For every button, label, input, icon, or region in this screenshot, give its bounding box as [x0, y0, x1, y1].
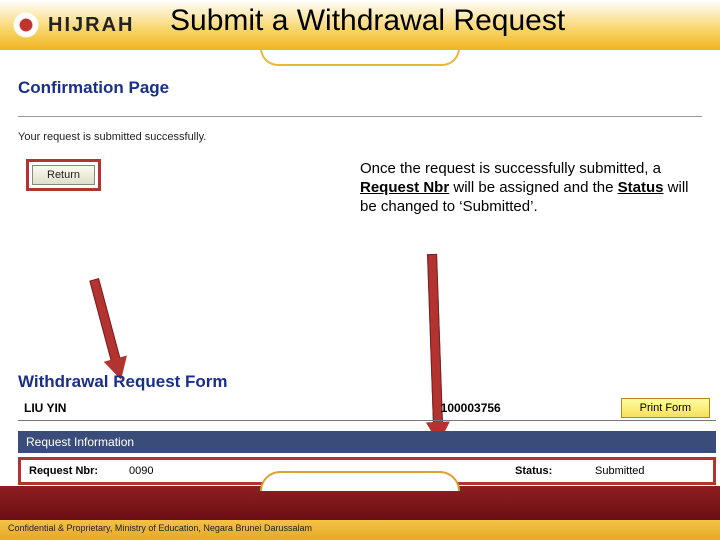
footer-text: Confidential & Proprietary, Ministry of … — [0, 520, 720, 540]
return-button-highlight: Return — [26, 159, 101, 191]
student-row: LIU YIN 100003756 Print Form — [18, 396, 716, 421]
content-area: Confirmation Page Your request is submit… — [0, 50, 720, 191]
confirmation-message: Your request is submitted successfully. — [18, 131, 702, 143]
return-button[interactable]: Return — [32, 165, 95, 185]
print-form-button[interactable]: Print Form — [621, 398, 710, 418]
request-nbr-label: Request Nbr: — [29, 465, 129, 477]
explain-seg-1: Once the request is successfully submitt… — [360, 160, 661, 177]
explain-bold-1: Request Nbr — [360, 179, 449, 196]
footer-arc-icon — [260, 471, 460, 491]
withdrawal-form: Withdrawal Request Form LIU YIN 10000375… — [18, 372, 716, 485]
status-label: Status: — [515, 465, 595, 477]
explain-bold-2: Status — [618, 179, 664, 196]
header-bar: HIJRAH Submit a Withdrawal Request — [0, 0, 720, 50]
logo-emblem-icon — [12, 11, 40, 39]
confirmation-heading: Confirmation Page — [18, 78, 702, 98]
explain-seg-2: will be assigned and the — [449, 179, 617, 196]
callout-arrow-icon — [89, 278, 120, 362]
student-name: LIU YIN — [24, 401, 441, 415]
footer-red-band — [0, 486, 720, 520]
form-heading: Withdrawal Request Form — [18, 372, 716, 392]
status-value: Submitted — [595, 465, 705, 477]
logo-text: HIJRAH — [48, 14, 134, 37]
footer: Confidential & Proprietary, Ministry of … — [0, 486, 720, 540]
explanation-text: Once the request is successfully submitt… — [360, 160, 690, 216]
section-bar: Request Information — [18, 431, 716, 453]
divider — [18, 116, 702, 117]
slide-title: Submit a Withdrawal Request — [170, 4, 565, 38]
student-id: 100003756 — [441, 401, 621, 415]
